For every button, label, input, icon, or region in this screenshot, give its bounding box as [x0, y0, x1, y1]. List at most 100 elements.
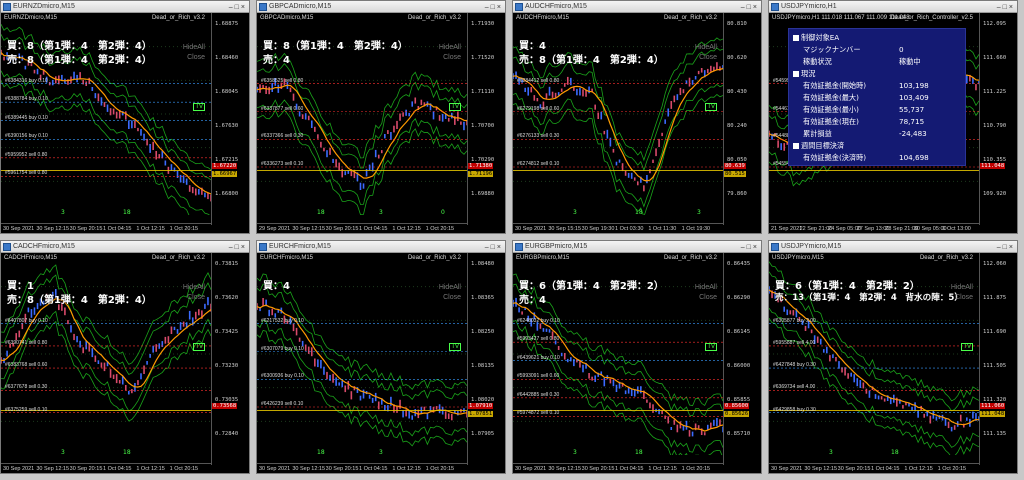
chart-window-5[interactable]: EURCHFmicro,M15 –□× 1.08480 1.08365 1.0825… [256, 240, 506, 474]
window-controls[interactable]: –□× [229, 242, 247, 252]
time-scale[interactable]: 29 Sep 2021 30 Sep 12:15 30 Sep 20:15 1 Oct… [257, 223, 467, 233]
panel-field-value: 103,198 [899, 81, 929, 90]
candle [646, 175, 648, 184]
candle [128, 120, 130, 129]
close-button[interactable]: Close [439, 293, 461, 303]
tv-button[interactable]: TV [449, 103, 461, 111]
candle [140, 373, 142, 380]
hide-close-buttons[interactable]: HideAll Close [951, 283, 973, 303]
hide-all-button[interactable]: HideAll [183, 43, 205, 53]
close-icon[interactable]: × [497, 244, 503, 251]
window-controls[interactable]: –□× [741, 242, 759, 252]
close-icon[interactable]: × [753, 4, 759, 11]
tv-button[interactable]: TV [193, 103, 205, 111]
time-scale[interactable]: 30 Sep 2021 30 Sep 12:15 30 Sep 20:15 1 Oct… [1, 463, 211, 473]
candle [94, 355, 97, 362]
hide-close-buttons[interactable]: HideAll Close [439, 283, 461, 303]
chart-window-6[interactable]: EURGBPmicro,M15 –□× 0.86435 0.86290 0.8614… [512, 240, 762, 474]
window-titlebar[interactable]: EURGBPmicro,M15 –□× [513, 241, 761, 253]
window-titlebar[interactable]: USDJPYmicro,M15 –□× [769, 241, 1017, 253]
candle [975, 84, 977, 91]
window-controls[interactable]: –□× [997, 242, 1015, 252]
time-tick-label: 21 Sep 2021 [771, 226, 803, 232]
tv-button[interactable]: TV [193, 343, 205, 351]
chart-window-7[interactable]: USDJPYmicro,M15 –□× 112.060 111.875 111.69… [768, 240, 1018, 474]
candle [344, 385, 347, 393]
price-scale[interactable]: 0.86435 0.86290 0.86145 0.86000 0.85855 0.857… [723, 253, 763, 465]
window-controls[interactable]: –□× [741, 2, 759, 12]
close-button[interactable]: Close [183, 53, 205, 63]
hide-all-button[interactable]: HideAll [695, 283, 717, 293]
hide-all-button[interactable]: HideAll [695, 43, 717, 53]
chart-window-2[interactable]: AUDCHFmicro,M15 –□× 80.810 80.620 80.430 80… [512, 0, 762, 234]
time-scale[interactable]: 30 Sep 2021 30 Sep 12:15 30 Sep 20:15 1 Oct… [769, 463, 979, 473]
candle [603, 130, 606, 135]
price-scale[interactable]: 80.810 80.620 80.430 80.240 80.050 79.860 80.6… [723, 13, 763, 225]
hide-all-button[interactable]: HideAll [439, 43, 461, 53]
hide-all-button[interactable]: HideAll [439, 283, 461, 293]
candle [582, 89, 584, 97]
close-icon[interactable]: × [753, 244, 759, 251]
candle [783, 143, 786, 151]
candle [518, 307, 520, 313]
window-titlebar[interactable]: USDJPYmicro,H1 –□× [769, 1, 1017, 13]
window-titlebar[interactable]: EURCHFmicro,M15 –□× [257, 241, 505, 253]
candle [3, 56, 5, 61]
chart-window-4[interactable]: CADCHFmicro,M15 –□× 0.73815 0.73620 0.7342… [0, 240, 250, 474]
candle [600, 111, 603, 120]
time-scale[interactable]: 21 Sep 2021 22 Sep 21:00 24 Sep 05:00 27 Se… [769, 223, 979, 233]
close-button[interactable]: Close [439, 53, 461, 63]
window-titlebar[interactable]: AUDCHFmicro,M15 –□× [513, 1, 761, 13]
candle [176, 329, 179, 334]
candle [697, 425, 700, 429]
window-controls[interactable]: –□× [485, 2, 503, 12]
window-controls[interactable]: –□× [485, 242, 503, 252]
panel-field-label: 有効証拠金(最大) [803, 93, 859, 102]
hide-close-buttons[interactable]: HideAll Close [183, 283, 205, 303]
close-button[interactable]: Close [183, 293, 205, 303]
time-scale[interactable]: 30 Sep 2021 30 Sep 12:15 30 Sep 20:15 1 Oct… [513, 463, 723, 473]
hide-all-button[interactable]: HideAll [951, 283, 973, 293]
candle [926, 411, 929, 417]
price-scale[interactable]: 112.095 111.660 111.225 110.790 110.355 109.9… [979, 13, 1019, 225]
time-scale[interactable]: 30 Sep 2021 30 Sep 15:15 30 Sep 19:30 1 Oct… [513, 223, 723, 233]
close-icon[interactable]: × [1009, 4, 1015, 11]
price-scale[interactable]: 1.08480 1.08365 1.08250 1.08135 1.08020 1.079… [467, 253, 507, 465]
hide-all-button[interactable]: HideAll [183, 283, 205, 293]
time-scale[interactable]: 30 Sep 2021 30 Sep 12:15 30 Sep 20:15 1 Oct… [257, 463, 467, 473]
hide-close-buttons[interactable]: HideAll Close [695, 283, 717, 303]
window-titlebar[interactable]: CADCHFmicro,M15 –□× [1, 241, 249, 253]
tv-button[interactable]: TV [961, 343, 973, 351]
order-label: #6442885 sell 0.30 [517, 391, 560, 398]
candle [880, 396, 883, 400]
close-button[interactable]: Close [951, 293, 973, 303]
close-icon[interactable]: × [1009, 244, 1015, 251]
close-button[interactable]: Close [695, 293, 717, 303]
chart-window-1[interactable]: GBPCADmicro,M15 –□× 1.71930 1.71520 1.7111… [256, 0, 506, 234]
tv-button[interactable]: TV [705, 343, 717, 351]
time-scale[interactable]: 30 Sep 2021 30 Sep 12:15 30 Sep 20:15 1 Oct… [1, 223, 211, 233]
price-scale[interactable]: 1.68875 1.68460 1.68045 1.67630 1.67215 1.668… [211, 13, 251, 225]
time-tick-label: 1 Oct 12:15 [392, 226, 421, 232]
window-titlebar[interactable]: GBPCADmicro,M15 –□× [257, 1, 505, 13]
session-marker: 3 [61, 209, 65, 216]
close-icon[interactable]: × [241, 4, 247, 11]
price-scale[interactable]: 1.71930 1.71520 1.71110 1.70700 1.70290 1.698… [467, 13, 507, 225]
close-icon[interactable]: × [241, 244, 247, 251]
price-scale[interactable]: 0.73815 0.73620 0.73425 0.73230 0.73035 0.728… [211, 253, 251, 465]
price-scale[interactable]: 112.060 111.875 111.690 111.505 111.320 111.1… [979, 253, 1019, 465]
tv-button[interactable]: TV [705, 103, 717, 111]
candle [789, 310, 792, 315]
candle [643, 185, 645, 192]
hide-close-buttons[interactable]: HideAll Close [695, 43, 717, 63]
window-titlebar[interactable]: EURNZDmicro,M15 –□× [1, 1, 249, 13]
window-controls[interactable]: –□× [997, 2, 1015, 12]
close-button[interactable]: Close [695, 53, 717, 63]
hide-close-buttons[interactable]: HideAll Close [183, 43, 205, 63]
window-controls[interactable]: –□× [229, 2, 247, 12]
candle [652, 404, 654, 413]
tv-button[interactable]: TV [449, 343, 461, 351]
close-icon[interactable]: × [497, 4, 503, 11]
chart-window-0[interactable]: EURNZDmicro,M15 –□× 1.68875 1.68460 1.6804… [0, 0, 250, 234]
hide-close-buttons[interactable]: HideAll Close [439, 43, 461, 63]
